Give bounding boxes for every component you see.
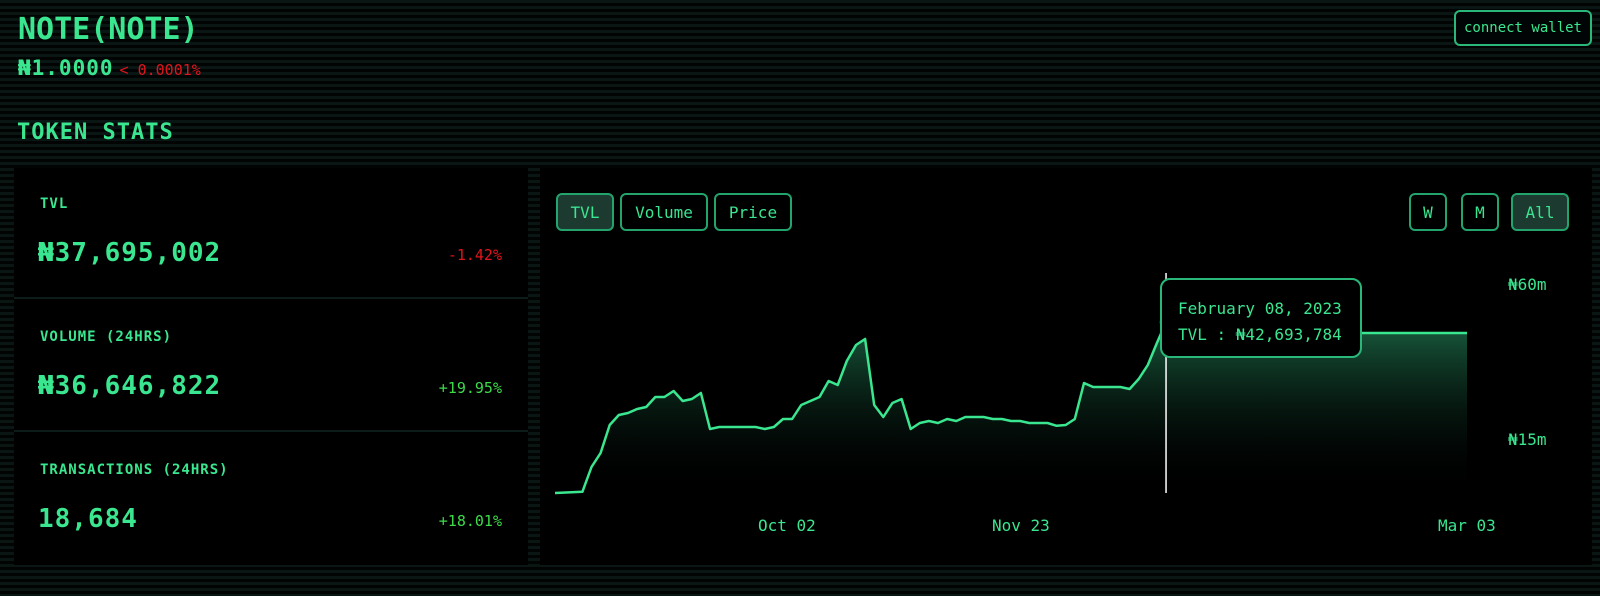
tvl-chart[interactable]: ₦60m ₦15m Oct 02 Nov 23 Mar 03: [540, 168, 1592, 565]
stat-change: -1.42%: [447, 246, 502, 264]
stat-value: ₦36,646,822: [38, 371, 222, 401]
x-tick-label: Oct 02: [758, 516, 816, 535]
stat-change: +18.01%: [438, 512, 502, 530]
token-price: ₦1.0000: [18, 56, 114, 80]
stat-card-transactions: TRANSACTIONS (24HRS) 18,684 +18.01%: [14, 434, 528, 562]
stat-value: 18,684: [38, 504, 138, 534]
stat-value: ₦37,695,002: [38, 238, 222, 268]
stat-divider: [14, 297, 528, 299]
stat-card-volume: VOLUME (24HRS) ₦36,646,822 +19.95%: [14, 301, 528, 429]
stat-label: VOLUME (24HRS): [40, 329, 173, 345]
stat-card-tvl: TVL ₦37,695,002 -1.42%: [14, 168, 528, 296]
y-tick-label: ₦60m: [1508, 275, 1547, 294]
stats-panel: TVL ₦37,695,002 -1.42% VOLUME (24HRS) ₦3…: [14, 168, 528, 565]
y-tick-label: ₦15m: [1508, 430, 1547, 449]
stat-divider: [14, 430, 528, 432]
connect-wallet-button[interactable]: connect wallet: [1454, 10, 1592, 46]
tooltip-value: TVL : ₦42,693,784: [1178, 325, 1342, 344]
stat-label: TRANSACTIONS (24HRS): [40, 462, 229, 478]
stat-change: +19.95%: [438, 379, 502, 397]
token-title: NOTE(NOTE): [18, 12, 199, 47]
chart-panel: TVL Volume Price W M All ₦60m ₦15m Oct 0…: [540, 168, 1592, 565]
chart-tooltip: February 08, 2023 TVL : ₦42,693,784: [1160, 278, 1362, 358]
x-tick-label: Mar 03: [1438, 516, 1496, 535]
price-row: ₦1.0000 < 0.0001%: [18, 56, 201, 80]
stat-label: TVL: [40, 196, 69, 212]
stats-heading: TOKEN STATS: [17, 120, 174, 145]
tooltip-date: February 08, 2023: [1178, 299, 1342, 318]
price-change: < 0.0001%: [119, 61, 201, 79]
x-tick-label: Nov 23: [992, 516, 1050, 535]
